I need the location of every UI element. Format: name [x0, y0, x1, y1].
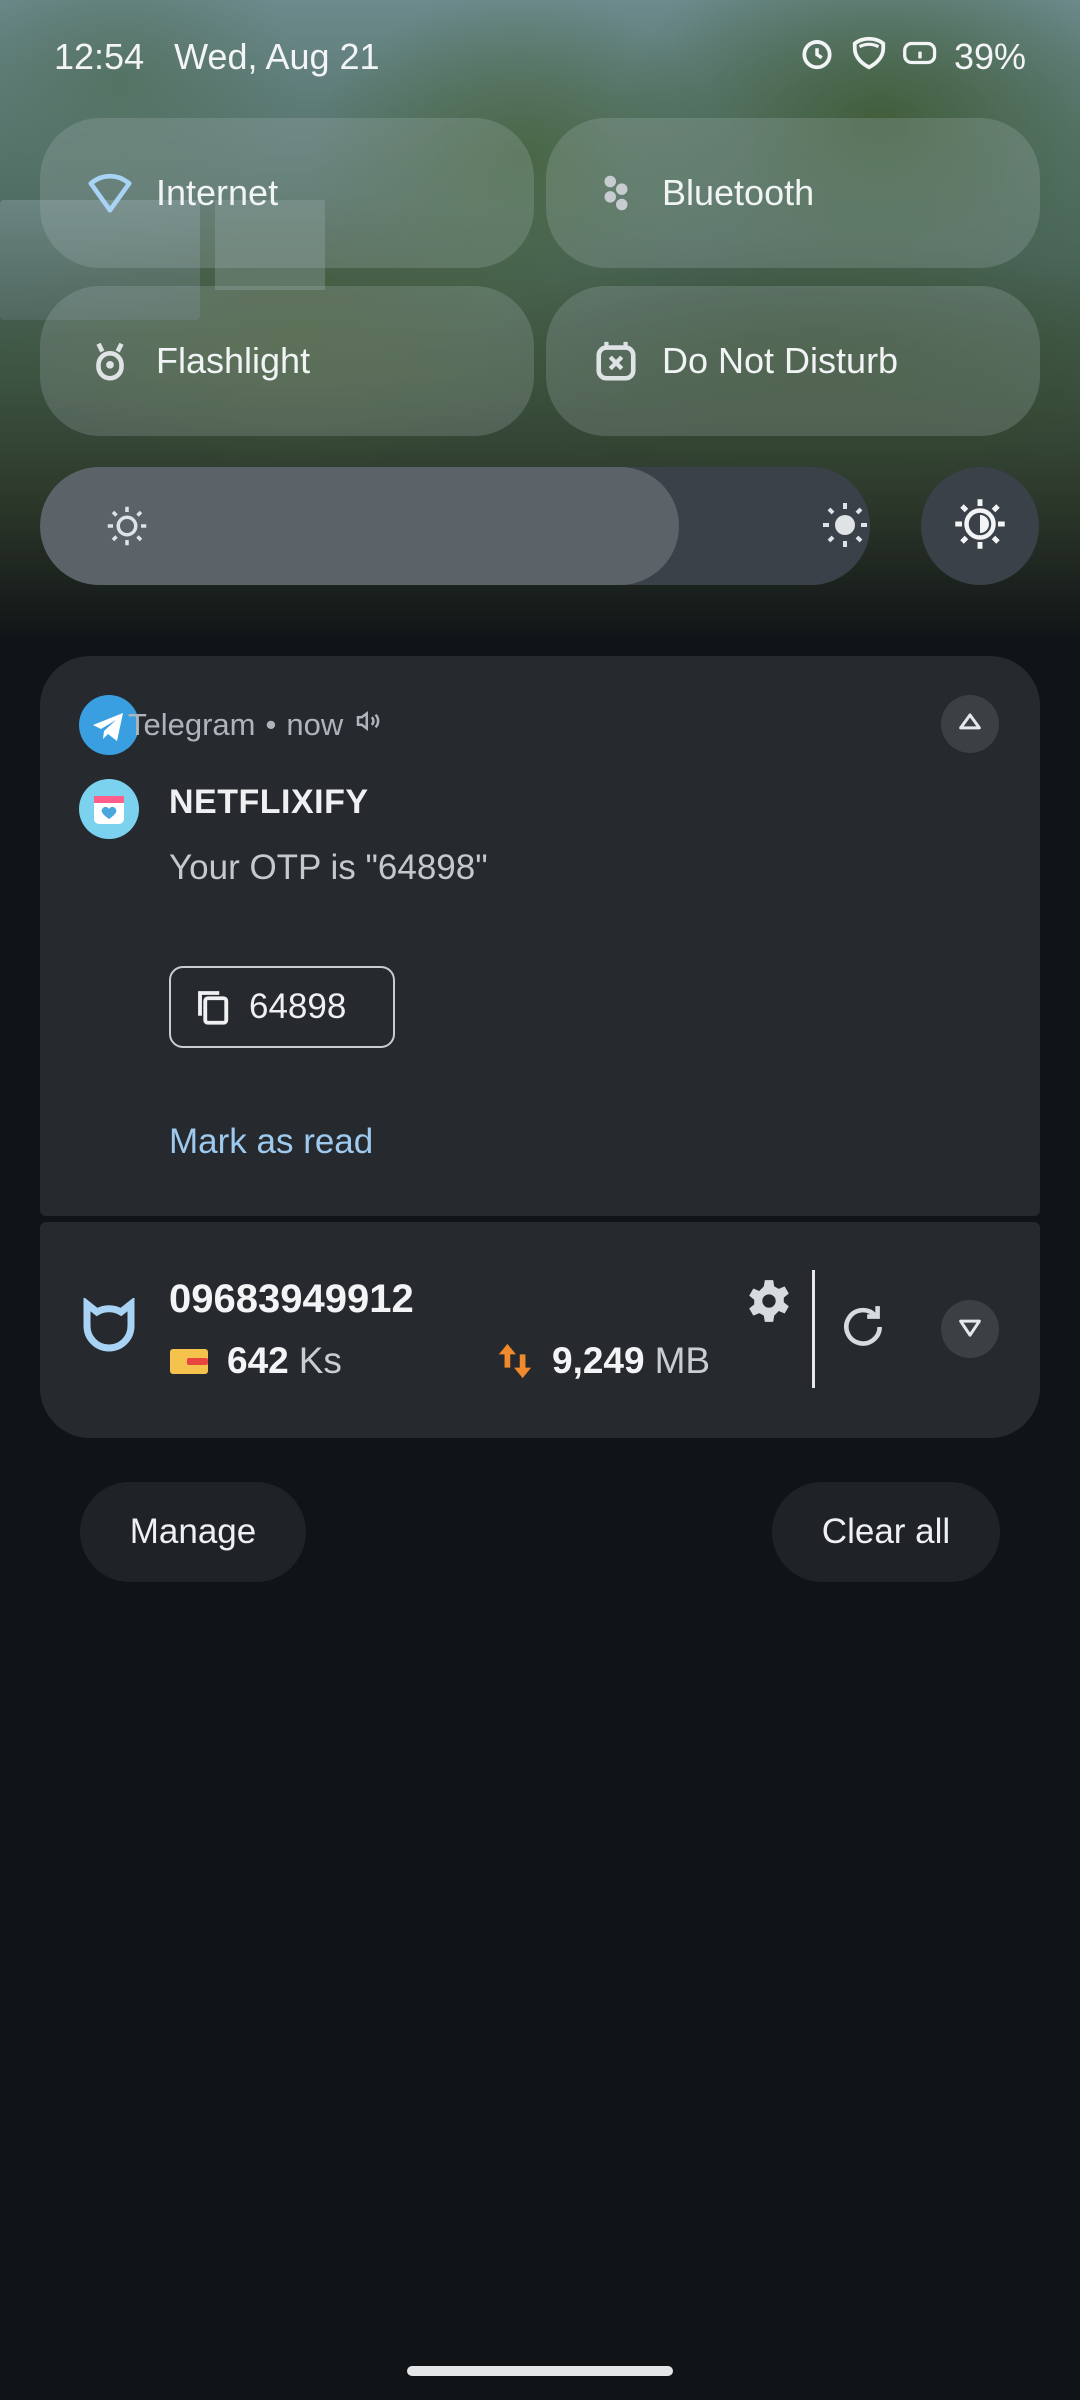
expand-button[interactable]: [941, 1300, 999, 1358]
mark-as-read-button[interactable]: Mark as read: [169, 1122, 373, 1162]
chevron-down-icon: [956, 1313, 984, 1346]
tile-bluetooth[interactable]: Bluetooth: [546, 118, 1040, 268]
data-value: 9,249: [552, 1340, 645, 1381]
auto-brightness-button[interactable]: [921, 467, 1039, 585]
collapse-button[interactable]: [941, 695, 999, 753]
gesture-handle[interactable]: [407, 2366, 673, 2376]
clock: 12:54: [54, 36, 145, 77]
battery-icon: [902, 34, 940, 81]
balance-unit: Ks: [298, 1340, 342, 1381]
alarm-icon: [798, 34, 836, 81]
brightness-high-icon: [821, 501, 869, 549]
wifi-icon: [80, 163, 140, 223]
wallet-icon: [169, 1346, 209, 1376]
sender-avatar: [79, 779, 139, 839]
refresh-icon[interactable]: [838, 1302, 888, 1352]
auto-brightness-icon: [953, 497, 1007, 556]
carrier-app-icon: [79, 1296, 139, 1358]
tile-flashlight[interactable]: Flashlight: [40, 286, 534, 436]
divider: [812, 1270, 815, 1388]
separator-dot: •: [265, 707, 277, 742]
notification-card-carrier[interactable]: [40, 1222, 1040, 1438]
tile-do-not-disturb[interactable]: Do Not Disturb: [546, 286, 1040, 436]
tile-label: Internet: [156, 172, 279, 213]
data-unit: MB: [654, 1340, 711, 1381]
copy-code-button[interactable]: 64898: [169, 966, 395, 1048]
app-name: Telegram: [128, 707, 256, 742]
copy-icon: [193, 986, 235, 1028]
notification-title: NETFLIXIFY: [169, 783, 369, 821]
flashlight-icon: [80, 331, 140, 391]
alerting-icon: [353, 706, 383, 744]
chevron-up-icon: [956, 708, 984, 741]
status-icons: 39%: [798, 34, 1026, 81]
phone-number: 09683949912: [169, 1277, 414, 1321]
notification-header: Telegram • now: [128, 706, 383, 744]
vpn-shield-icon: [850, 34, 888, 81]
balance: 642 Ks: [169, 1340, 342, 1382]
balance-value: 642: [227, 1340, 289, 1381]
dnd-icon: [586, 331, 646, 391]
brightness-low-icon: [106, 505, 148, 547]
notification-time: now: [286, 707, 344, 742]
notification-body: Your OTP is "64898": [169, 848, 488, 887]
copy-code-value: 64898: [249, 987, 347, 1026]
tile-label: Do Not Disturb: [662, 340, 899, 381]
tile-internet[interactable]: Internet: [40, 118, 534, 268]
tile-label: Bluetooth: [662, 172, 815, 213]
manage-button[interactable]: Manage: [80, 1482, 306, 1582]
status-bar: 12:54 Wed, Aug 21 39%: [54, 32, 1026, 82]
clear-all-button[interactable]: Clear all: [772, 1482, 1000, 1582]
brightness-slider[interactable]: [40, 467, 870, 585]
gear-icon[interactable]: [744, 1276, 794, 1326]
bluetooth-icon: [586, 163, 646, 223]
data-transfer-icon: [496, 1342, 534, 1380]
data-usage: 9,249 MB: [496, 1340, 710, 1382]
date: Wed, Aug 21: [174, 36, 380, 77]
battery-percent: 39%: [953, 36, 1026, 77]
tile-label: Flashlight: [156, 340, 311, 381]
